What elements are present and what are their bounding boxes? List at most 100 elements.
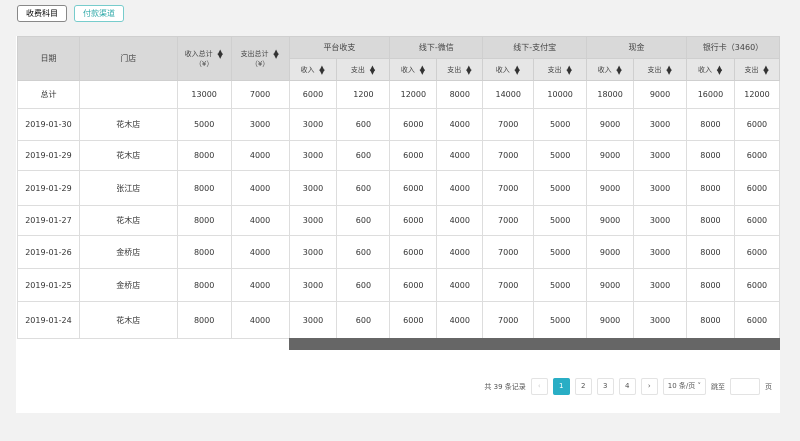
horizontal-scrollbar[interactable] xyxy=(289,338,780,350)
sort-icon[interactable]: ▲ ▼ xyxy=(566,64,573,75)
value-cell: 5000 xyxy=(533,140,588,171)
header-expense[interactable]: 支出 ▲ ▼ xyxy=(633,58,687,81)
value-cell: 600 xyxy=(336,205,391,236)
date-cell: 2019-01-29 xyxy=(17,170,80,206)
store-cell: 花木店 xyxy=(78,140,178,171)
sort-icon[interactable]: ▲ ▼ xyxy=(369,64,376,75)
value-cell: 3000 xyxy=(633,235,687,269)
sort-icon[interactable]: ▲ ▼ xyxy=(273,48,280,59)
header-expense-total[interactable]: 支出总计 ▲ ▼ （¥） xyxy=(230,36,290,81)
header-income[interactable]: 收入 ▲ ▼ xyxy=(685,58,735,81)
value-cell: 4000 xyxy=(436,170,484,206)
header-expense[interactable]: 支出 ▲ ▼ xyxy=(436,58,484,81)
header-expense[interactable]: 支出 ▲ ▼ xyxy=(733,58,781,81)
expense-label: 支出 xyxy=(647,65,662,74)
value-cell: 6000 xyxy=(389,205,438,236)
income-label: 收入 xyxy=(697,65,712,74)
sort-icon[interactable]: ▲ ▼ xyxy=(616,64,623,75)
expense-label: 支出 xyxy=(547,65,562,74)
next-page-button[interactable]: › xyxy=(640,378,658,395)
value-cell: 4000 xyxy=(436,205,484,236)
tab-payment-channels[interactable]: 付款渠道 xyxy=(74,5,124,22)
value-cell: 8000 xyxy=(685,108,735,141)
report-table: 日期 门店 收入总计 ▲ ▼ （¥） 支出总计 ▲ ▼ （¥） 平台收支 线下-微信 线下-支付宝 现金银… xyxy=(17,36,781,339)
page-size-select[interactable]: 10 条/页 ˅ xyxy=(662,378,706,395)
date-cell: 2019-01-29 xyxy=(17,140,80,171)
value-cell: 6000 xyxy=(733,108,781,141)
value-cell: 3000 xyxy=(288,301,338,339)
expense-total-label: 支出总计 xyxy=(240,49,269,58)
value-cell: 5000 xyxy=(533,108,588,141)
value-cell: 3000 xyxy=(288,268,338,302)
value-cell: 5000 xyxy=(533,301,588,339)
value-cell: 3000 xyxy=(288,108,338,141)
total-cell: 10000 xyxy=(533,80,588,109)
value-cell: 8000 xyxy=(685,140,735,171)
sort-icon[interactable]: ▲ ▼ xyxy=(666,64,673,75)
store-cell: 金桥店 xyxy=(78,235,178,269)
value-cell: 3000 xyxy=(288,205,338,236)
value-cell: 7000 xyxy=(482,268,535,302)
header-income[interactable]: 收入 ▲ ▼ xyxy=(389,58,438,81)
prev-page-button[interactable]: ‹ xyxy=(530,378,548,395)
value-cell: 3000 xyxy=(230,108,290,141)
date-cell: 2019-01-24 xyxy=(17,301,80,339)
jump-label: 跳至 xyxy=(711,382,725,391)
value-cell: 6000 xyxy=(733,268,781,302)
jump-page-input[interactable] xyxy=(730,378,760,395)
value-cell: 3000 xyxy=(288,140,338,171)
sort-icon[interactable]: ▲ ▼ xyxy=(716,64,723,75)
sort-icon[interactable]: ▲ ▼ xyxy=(762,64,769,75)
table-row: 2019-01-26 金桥店 8000 4000 3000 600 6000 4000 7000… xyxy=(17,235,781,269)
header-group: 现金 xyxy=(586,36,687,59)
sort-icon[interactable]: ▲ ▼ xyxy=(419,64,426,75)
header-income[interactable]: 收入 ▲ ▼ xyxy=(482,58,535,81)
value-cell: 6000 xyxy=(389,140,438,171)
value-cell: 4000 xyxy=(230,235,290,269)
sort-icon[interactable]: ▲ ▼ xyxy=(318,64,325,75)
value-cell: 4000 xyxy=(230,140,290,171)
value-cell: 4000 xyxy=(436,301,484,339)
total-label: 总计 xyxy=(17,80,80,109)
value-cell: 3000 xyxy=(633,140,687,171)
total-cell: 9000 xyxy=(633,80,687,109)
value-cell: 8000 xyxy=(176,170,232,206)
header-income[interactable]: 收入 ▲ ▼ xyxy=(586,58,635,81)
value-cell: 6000 xyxy=(389,108,438,141)
page-3-button[interactable]: 3 xyxy=(596,378,614,395)
sort-icon[interactable]: ▲ ▼ xyxy=(465,64,472,75)
value-cell: 8000 xyxy=(176,301,232,339)
value-cell: 600 xyxy=(336,235,391,269)
value-cell: 6000 xyxy=(389,301,438,339)
header-date: 日期 xyxy=(17,36,80,81)
value-cell: 3000 xyxy=(633,268,687,302)
value-cell: 3000 xyxy=(288,235,338,269)
sort-icon[interactable]: ▲ ▼ xyxy=(217,48,224,59)
table-row: 2019-01-30 花木店 5000 3000 3000 600 6000 4000 7000… xyxy=(17,108,781,141)
value-cell: 6000 xyxy=(389,235,438,269)
value-cell: 9000 xyxy=(586,235,635,269)
page-1-button[interactable]: 1 xyxy=(552,378,570,395)
value-cell: 8000 xyxy=(685,268,735,302)
value-cell: 5000 xyxy=(533,205,588,236)
tab-fee-items[interactable]: 收费科目 xyxy=(17,5,67,22)
header-expense[interactable]: 支出 ▲ ▼ xyxy=(533,58,588,81)
expense-label: 支出 xyxy=(744,65,759,74)
page-4-button[interactable]: 4 xyxy=(618,378,636,395)
header-group: 线下-支付宝 xyxy=(482,36,588,59)
store-cell: 花木店 xyxy=(78,205,178,236)
total-cell: 12000 xyxy=(389,80,438,109)
header-income-total[interactable]: 收入总计 ▲ ▼ （¥） xyxy=(176,36,232,81)
total-cell: 7000 xyxy=(230,80,290,109)
value-cell: 600 xyxy=(336,268,391,302)
value-cell: 600 xyxy=(336,170,391,206)
value-cell: 7000 xyxy=(482,140,535,171)
page-2-button[interactable]: 2 xyxy=(574,378,592,395)
value-cell: 9000 xyxy=(586,301,635,339)
total-cell: 12000 xyxy=(733,80,781,109)
header-expense[interactable]: 支出 ▲ ▼ xyxy=(336,58,391,81)
value-cell: 3000 xyxy=(633,205,687,236)
header-income[interactable]: 收入 ▲ ▼ xyxy=(288,58,338,81)
value-cell: 6000 xyxy=(733,205,781,236)
sort-icon[interactable]: ▲ ▼ xyxy=(514,64,521,75)
